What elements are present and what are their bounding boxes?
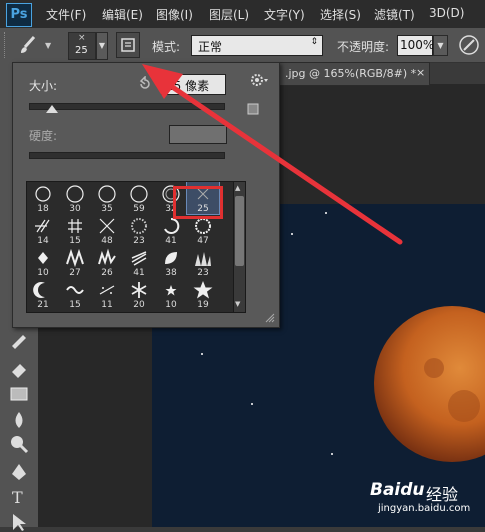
annotation-arrow: [142, 64, 403, 245]
